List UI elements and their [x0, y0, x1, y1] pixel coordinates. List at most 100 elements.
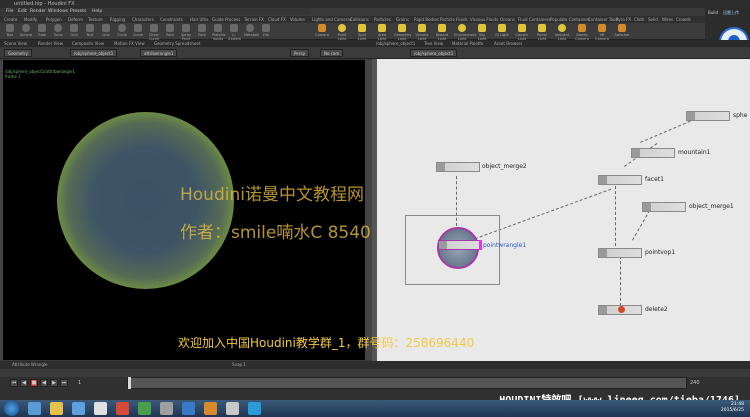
node-sphere[interactable]: [686, 111, 730, 121]
menu-windows[interactable]: Windows: [48, 9, 68, 14]
shelf2-tab[interactable]: Particle Fluids: [440, 17, 468, 22]
go-end-icon[interactable]: ⏭: [60, 379, 68, 387]
tab-asset-browser[interactable]: Asset Browser: [494, 41, 522, 46]
tool-spot-light[interactable]: Spot Light: [354, 24, 370, 41]
play-icon[interactable]: ▶: [50, 379, 58, 387]
shelf2-tab[interactable]: Collisions: [350, 17, 369, 22]
shelf2-tab[interactable]: Populate Containers: [550, 17, 590, 22]
tool-file[interactable]: File: [260, 24, 272, 39]
frame-field[interactable]: 1: [78, 380, 81, 386]
tool-camera[interactable]: Camera: [314, 24, 330, 39]
network-editor[interactable]: [377, 59, 750, 361]
houdini-taskbar-icon[interactable]: [204, 402, 217, 415]
shelf2-tab[interactable]: Wires: [662, 17, 673, 22]
tool-platonic[interactable]: Platonic Solids: [212, 24, 226, 41]
tool-grid[interactable]: Grid: [68, 24, 80, 39]
build-label[interactable]: Build: [708, 10, 718, 15]
shelf-tab[interactable]: Polygon: [46, 17, 62, 22]
timeline-cursor[interactable]: [128, 377, 131, 389]
menu-render[interactable]: Render: [30, 9, 46, 14]
shelf-tab[interactable]: Rigging: [110, 17, 125, 22]
tool-sky-light[interactable]: Sky Light: [474, 24, 490, 41]
shelf2-tab[interactable]: Solid: [648, 17, 658, 22]
tool-line[interactable]: Line: [100, 24, 112, 39]
tool-box[interactable]: Box: [4, 24, 16, 39]
shelf2-tab[interactable]: Oceans: [500, 17, 515, 22]
step-back-icon[interactable]: ◀: [20, 379, 28, 387]
tab-render-view[interactable]: Render View: [38, 41, 63, 46]
tab-composite-view[interactable]: Composite View: [72, 41, 104, 46]
tool-point-light[interactable]: Point Light: [334, 24, 350, 41]
tool-lsystem[interactable]: L-System: [228, 24, 241, 41]
stop-icon[interactable]: ■: [30, 379, 38, 387]
display-flag-icon[interactable]: [479, 240, 482, 250]
shelf-tab[interactable]: Deform: [68, 17, 83, 22]
tool-distant-light[interactable]: Distant Light: [434, 24, 450, 41]
go-start-icon[interactable]: ⏮: [10, 379, 18, 387]
tool-metaball[interactable]: Metaball: [244, 24, 259, 39]
tool-font[interactable]: Font: [196, 24, 208, 39]
shelf2-tab[interactable]: Crowds: [676, 17, 691, 22]
tool-switcher[interactable]: Switcher: [614, 24, 630, 39]
shelf-tab[interactable]: Modify: [24, 17, 37, 22]
node-pointwrangle1[interactable]: [438, 240, 480, 250]
node-object-merge1[interactable]: [642, 202, 686, 212]
start-button-icon[interactable]: [4, 401, 19, 416]
menu-help[interactable]: Help: [92, 9, 102, 14]
tool-stereo-camera[interactable]: Stereo Camera: [574, 24, 590, 41]
persp-menu[interactable]: Persp: [290, 49, 309, 57]
app-icon[interactable]: [116, 402, 129, 415]
tool-ambient-light[interactable]: Ambient Light: [554, 24, 570, 41]
app-icon[interactable]: [138, 402, 151, 415]
node-facet1[interactable]: [598, 175, 642, 185]
shelf2-tab[interactable]: Fluid Containers: [518, 17, 551, 22]
node-mountain1[interactable]: [631, 148, 675, 158]
shelf2-tab[interactable]: Grains: [396, 17, 409, 22]
tool-sphere[interactable]: Sphere: [20, 24, 32, 39]
tool-curve[interactable]: Curve: [132, 24, 144, 39]
app-icon[interactable]: [72, 402, 85, 415]
tab-network[interactable]: /obj/sphere_object1: [376, 41, 415, 46]
menu-file[interactable]: File: [6, 9, 14, 14]
shelf2-tab[interactable]: Pyro FX: [616, 17, 631, 22]
node-pointvop1[interactable]: [598, 248, 642, 258]
tool-environment-light[interactable]: Environment Light: [454, 24, 476, 41]
menu-presets[interactable]: Presets: [70, 9, 86, 14]
folder-icon[interactable]: [50, 402, 63, 415]
tab-geometry-spreadsheet[interactable]: Geometry Spreadsheet: [154, 41, 200, 46]
end-frame-field[interactable]: 240: [690, 380, 700, 386]
shelf-tab[interactable]: Characters: [132, 17, 154, 22]
tab-attribute-wrangle[interactable]: Attribute Wrangle: [12, 362, 47, 367]
tab-material-palette[interactable]: Material Palette: [452, 41, 483, 46]
app-icon[interactable]: [94, 402, 107, 415]
shelf-tab[interactable]: Cloud FX: [268, 17, 286, 22]
tab-motion-fx-view[interactable]: Motion FX View: [114, 41, 145, 46]
node-path[interactable]: attribwrangle1: [140, 49, 178, 57]
tool-path[interactable]: Path: [164, 24, 176, 39]
tool-geometry-light[interactable]: Geometry Light: [394, 24, 411, 41]
shelf2-tab[interactable]: Particles: [374, 17, 391, 22]
app-icon[interactable]: [226, 402, 239, 415]
play-reverse-icon[interactable]: ◀: [40, 379, 48, 387]
tab-tree-view[interactable]: Tree View: [424, 41, 443, 46]
app-icon[interactable]: [182, 402, 195, 415]
shelf-tab[interactable]: Hair Utils: [190, 17, 208, 22]
shelf-tab[interactable]: Create: [4, 17, 17, 22]
taskbar-clock[interactable]: 21:48 2015/6/25: [721, 402, 744, 414]
shelf-tab[interactable]: Guide Process: [212, 17, 240, 22]
tool-gi-light[interactable]: GI Light: [494, 24, 510, 39]
tool-area-light[interactable]: Area Light: [374, 24, 390, 41]
cam-menu[interactable]: No cam: [320, 49, 344, 57]
shelf2-tab[interactable]: Viscous Fluids: [470, 17, 498, 22]
app-icon[interactable]: [160, 402, 173, 415]
tool-tube[interactable]: Tube: [36, 24, 48, 39]
tool-null[interactable]: Null: [84, 24, 96, 39]
tool-caustic-light[interactable]: Caustic Light: [514, 24, 530, 41]
tool-volume-light[interactable]: Volume Light: [414, 24, 430, 41]
shelf2-tab[interactable]: Container Tools: [588, 17, 619, 22]
tab-snap[interactable]: Snap 1: [232, 362, 246, 367]
shelf-tab[interactable]: Terrain FX: [244, 17, 264, 22]
object-path[interactable]: /obj/sphere_object1: [70, 49, 118, 57]
shelf2-tab[interactable]: Cloth: [634, 17, 644, 22]
user-label[interactable]: 迅雷上传: [723, 10, 739, 16]
